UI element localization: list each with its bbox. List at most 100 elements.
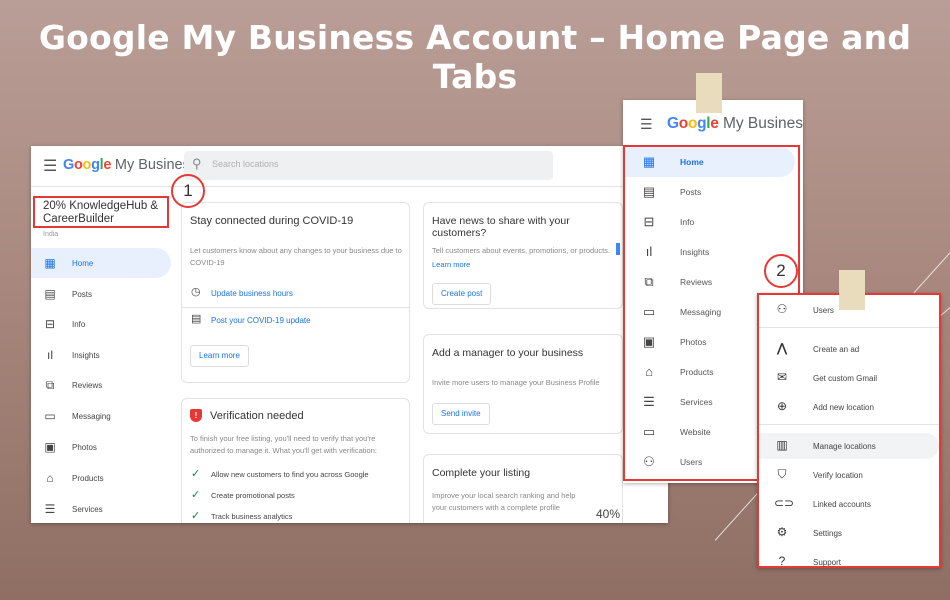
menu-item-home[interactable]: ▦ Home: [625, 147, 795, 177]
add-user-icon: ⚇: [643, 454, 655, 469]
photo-icon: ▣: [44, 440, 56, 454]
menu-label: Products: [680, 367, 714, 377]
news-text: Tell customers about events, promotions,…: [432, 246, 611, 255]
nav-item-photos[interactable]: ▣ Photos: [31, 432, 171, 462]
reviews-icon: ⧉: [644, 274, 654, 289]
option-custom-gmail[interactable]: ✉ Get custom Gmail: [759, 365, 939, 391]
posts-icon: ▤: [44, 287, 56, 301]
option-label: Get custom Gmail: [813, 374, 878, 383]
option-add-location[interactable]: ⊕ Add new location: [759, 394, 939, 420]
check-icon: ✓: [191, 510, 201, 522]
google-wordmark: Google: [667, 115, 719, 132]
send-invite-button[interactable]: Send invite: [432, 403, 490, 425]
complete-title: Complete your listing: [432, 467, 531, 479]
gmb-logo[interactable]: Google My Business: [667, 115, 803, 133]
chat-icon: ▭: [44, 409, 56, 423]
option-linked-accounts[interactable]: ⊂⊃ Linked accounts: [759, 491, 939, 517]
nav-label: Messaging: [72, 412, 111, 421]
update-hours-link[interactable]: Update business hours: [211, 289, 293, 298]
chat-icon: ▭: [642, 304, 656, 319]
menu-label: Posts: [680, 187, 702, 197]
home-dashboard-icon: ▦: [44, 256, 56, 270]
hamburger-menu-icon[interactable]: ☰: [43, 156, 57, 176]
option-label: Support: [813, 558, 842, 567]
benefit-item: Allow new customers to find you across G…: [211, 470, 369, 479]
top-bar: ☰ Google My Business ⚲ Search locations …: [31, 146, 668, 187]
menu-item-posts[interactable]: ▤ Posts: [625, 177, 800, 207]
account-name[interactable]: 20% KnowledgeHub & CareerBuilder: [33, 196, 169, 228]
nav-label: Insights: [72, 351, 100, 360]
learn-more-button[interactable]: Learn more: [190, 345, 249, 367]
option-create-ad[interactable]: ⋀ Create an ad: [759, 336, 939, 362]
divider: [759, 424, 939, 425]
website-icon: ▭: [642, 424, 656, 439]
nav-item-services[interactable]: ☰ Services: [31, 494, 171, 523]
add-location-icon: ⊕: [776, 399, 788, 413]
option-manage-locations[interactable]: ▥ Manage locations: [759, 433, 939, 459]
news-title: Have news to share with your customers?: [432, 215, 570, 239]
benefit-item: Track business analytics: [211, 512, 293, 521]
nav-label: Services: [72, 505, 103, 514]
covid-post-link[interactable]: Post your COVID-19 update: [211, 316, 311, 325]
link-icon: ⊂⊃: [774, 496, 795, 510]
gmail-icon: ✉: [776, 370, 788, 384]
nav-label: Reviews: [72, 381, 103, 390]
menu-label: Users: [680, 457, 703, 467]
nav-item-messaging[interactable]: ▭ Messaging: [31, 401, 171, 431]
create-post-button[interactable]: Create post: [432, 283, 492, 305]
gmb-logo[interactable]: Google My Business: [63, 157, 197, 173]
news-learn-more-link[interactable]: Learn more: [432, 260, 470, 269]
nav-item-info[interactable]: ⊟ Info: [31, 309, 171, 339]
search-icon: ⚲: [192, 156, 202, 171]
slide-title: Google My Business Account – Home Page a…: [38, 18, 912, 96]
menu-label: Home: [680, 157, 704, 167]
covid-card: Stay connected during COVID-19 Let custo…: [181, 202, 410, 383]
menu-label: Photos: [680, 337, 707, 347]
google-ads-icon: ⋀: [777, 341, 787, 355]
covid-title: Stay connected during COVID-19: [190, 215, 354, 227]
hamburger-menu-icon[interactable]: ☰: [640, 116, 653, 133]
nav-item-insights[interactable]: ıl Insights: [31, 340, 171, 370]
sticky-note: [696, 73, 722, 113]
divider: [759, 327, 939, 328]
nav-item-reviews[interactable]: ⧉ Reviews: [31, 370, 171, 400]
nav-item-posts[interactable]: ▤ Posts: [31, 279, 171, 309]
benefit-item: Create promotional posts: [211, 491, 295, 500]
bar-chart-icon: ıl: [47, 348, 53, 362]
option-label: Create an ad: [813, 345, 860, 354]
option-label: Verify location: [813, 471, 863, 480]
photo-icon: ▣: [642, 334, 656, 349]
clock-icon: ◷: [191, 286, 201, 298]
manager-title: Add a manager to your business: [432, 347, 584, 359]
option-label: Users: [813, 306, 834, 315]
nav-item-products[interactable]: ⌂ Products: [31, 463, 171, 493]
sticky-note: [839, 270, 865, 310]
option-verify-location[interactable]: ⛉ Verify location: [759, 462, 939, 488]
menu-label: Info: [680, 217, 695, 227]
complete-text: Improve your local search ranking and he…: [432, 491, 576, 512]
nav-label: Info: [72, 320, 86, 329]
search-input[interactable]: ⚲ Search locations: [184, 151, 553, 180]
store-icon: ⊟: [643, 214, 655, 229]
settings-gear-icon: ⚙: [776, 525, 788, 539]
menu-item-info[interactable]: ⊟ Info: [625, 207, 800, 237]
option-support[interactable]: ? Support: [759, 549, 939, 568]
option-label: Settings: [813, 529, 842, 538]
manager-text: Invite more users to manage your Busines…: [432, 378, 600, 387]
nav-item-home[interactable]: ▦ Home: [31, 248, 171, 278]
complete-listing-card: Complete your listing Improve your local…: [423, 454, 623, 523]
list-icon: ☰: [643, 394, 655, 409]
option-label: Linked accounts: [813, 500, 871, 509]
bar-chart-icon: ıl: [645, 244, 653, 259]
verification-text: To finish your free listing, you'll need…: [190, 434, 377, 455]
news-card: Have news to share with your customers? …: [423, 202, 623, 309]
gmb-home-screenshot: ☰ Google My Business ⚲ Search locations …: [31, 146, 668, 523]
menu-label: Insights: [680, 247, 710, 257]
verification-card: ! Verification needed To finish your fre…: [181, 398, 410, 523]
account-options-panel: ⚇ Users ⋀ Create an ad ✉ Get custom Gmai…: [757, 293, 941, 568]
help-icon: ?: [778, 554, 786, 568]
check-icon: ✓: [191, 468, 201, 480]
option-settings[interactable]: ⚙ Settings: [759, 520, 939, 546]
illustration-image: [616, 243, 620, 255]
add-user-icon: ⚇: [776, 302, 788, 316]
